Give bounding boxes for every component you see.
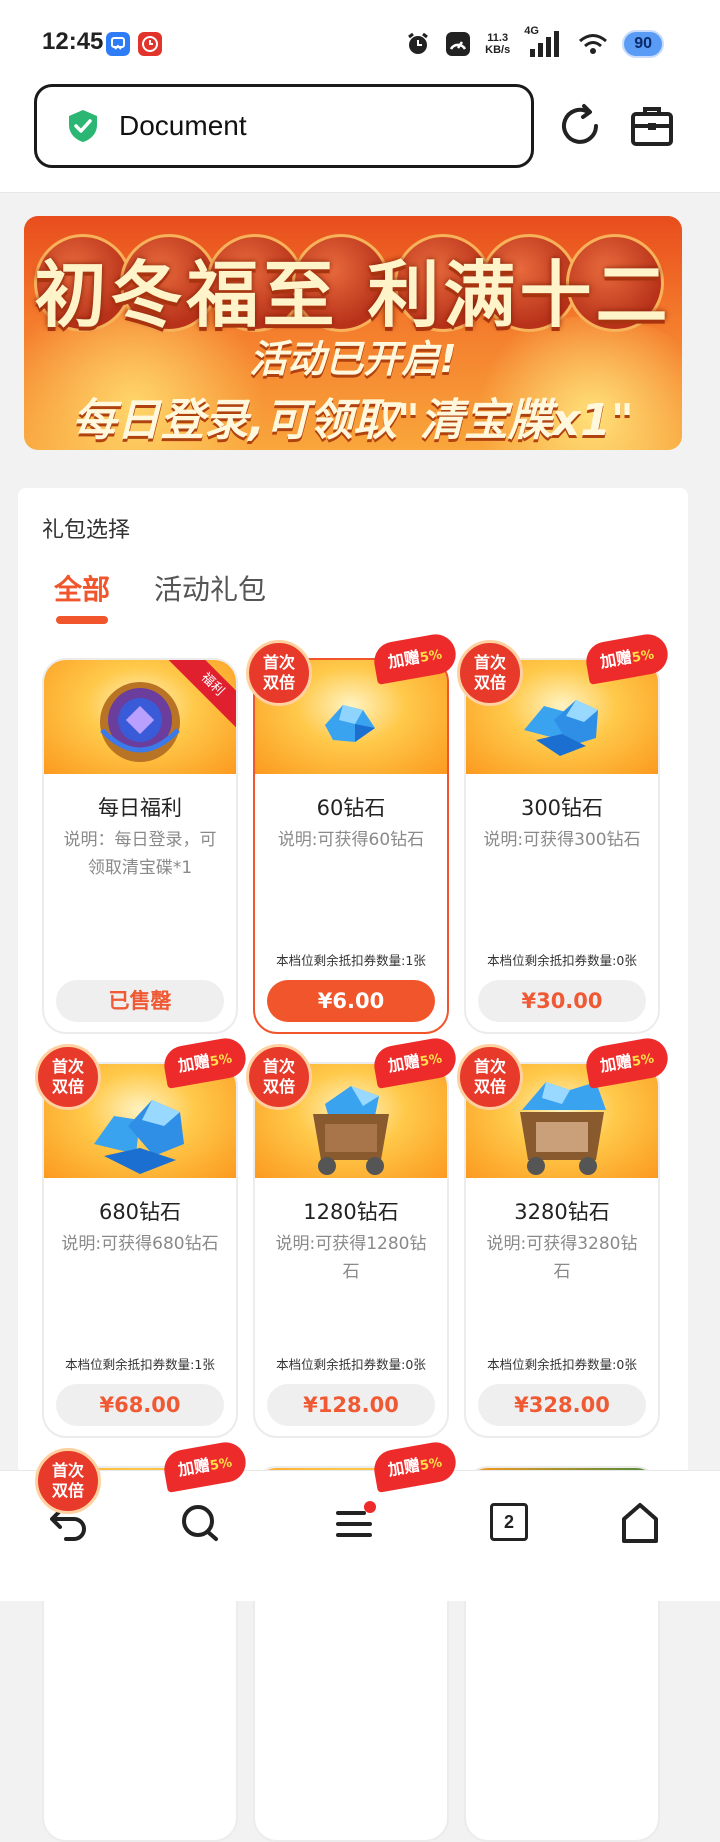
cellular-signal-icon: 4G	[524, 25, 564, 59]
card-name: 60钻石	[316, 796, 386, 820]
price-button[interactable]: ¥6.00	[267, 980, 435, 1022]
banner-title: 初冬福至 利满十二	[34, 253, 672, 337]
tab-all[interactable]: 全部	[54, 568, 110, 624]
coupon-count: 本档位剩余抵扣券数量:0张	[276, 1357, 426, 1372]
price-button[interactable]: ¥30.00	[478, 980, 646, 1022]
first-double-badge: 首次 双倍	[457, 640, 523, 706]
status-bar: 12:45 11.3 KB/s 4G 90	[0, 0, 720, 80]
shield-check-icon	[69, 110, 97, 142]
url-field[interactable]: Document	[34, 84, 534, 168]
gift-card-1280-diamonds[interactable]: 1280钻石 说明:可获得1280钻石 本档位剩余抵扣券数量:0张 ¥128.0…	[253, 1062, 449, 1438]
card-desc: 说明:可获得1280钻石	[275, 1234, 427, 1282]
sold-out-button[interactable]: 已售罄	[56, 980, 224, 1022]
banner-line-1: 活动已开启!	[249, 337, 457, 381]
panel-title: 礼包选择	[42, 518, 131, 543]
card-name: 1280钻石	[303, 1200, 399, 1224]
briefcase-icon[interactable]	[628, 102, 676, 150]
card-hero-image: 福利	[44, 660, 236, 774]
net-speed: 11.3 KB/s	[485, 32, 511, 56]
gift-card-60-diamonds[interactable]: 60钻石 说明:可获得60钻石 本档位剩余抵扣券数量:1张 ¥6.00	[253, 658, 449, 1034]
reload-icon[interactable]	[556, 102, 604, 150]
gift-card-300-diamonds[interactable]: 300钻石 说明:可获得300钻石 本档位剩余抵扣券数量:0张 ¥30.00	[464, 658, 660, 1034]
speedometer-icon	[446, 32, 471, 56]
gift-tabs: 全部 活动礼包	[54, 568, 266, 624]
alarm-icon	[408, 32, 429, 54]
url-text: Document	[119, 110, 247, 141]
price-button[interactable]: ¥128.00	[267, 1384, 435, 1426]
card-name: 每日福利	[98, 796, 182, 820]
card-desc: 说明:可获得680钻石	[61, 1234, 219, 1254]
first-double-badge: 首次 双倍	[35, 1044, 101, 1110]
notification-app-icon	[106, 32, 130, 56]
gift-panel: 礼包选择 全部 活动礼包 福利 每日福利 说明：每日登录，可领取清宝碟*1 已售…	[18, 488, 688, 1842]
coupon-count: 本档位剩余抵扣券数量:1张	[65, 1357, 215, 1372]
card-desc: 说明:可获得3280钻石	[486, 1234, 638, 1282]
price-button[interactable]: ¥328.00	[478, 1384, 646, 1426]
gift-card-680-diamonds[interactable]: 680钻石 说明:可获得680钻石 本档位剩余抵扣券数量:1张 ¥68.00	[42, 1062, 238, 1438]
promo-banner[interactable]: 初冬福至 利满十二 活动已开启! 每日登录,可领取"清宝牒x1"	[24, 216, 682, 450]
tabs-icon[interactable]: 2	[490, 1503, 528, 1541]
card-desc: 说明：每日登录，可领取清宝碟*1	[63, 830, 217, 878]
card-desc: 说明:可获得60钻石	[277, 830, 425, 850]
price-button[interactable]: ¥68.00	[56, 1384, 224, 1426]
status-time: 12:45	[42, 28, 104, 55]
first-double-badge: 首次 双倍	[35, 1448, 101, 1514]
search-icon[interactable]	[176, 1499, 224, 1547]
coupon-count: 本档位剩余抵扣券数量:0张	[487, 953, 637, 968]
card-name: 3280钻石	[514, 1200, 610, 1224]
gift-card-daily-welfare[interactable]: 福利 每日福利 说明：每日登录，可领取清宝碟*1 已售罄	[42, 658, 238, 1034]
card-name: 680钻石	[98, 1200, 182, 1224]
card-desc: 说明:可获得300钻石	[483, 830, 641, 850]
wifi-icon	[579, 34, 608, 54]
notification-app-icon	[138, 32, 162, 56]
coupon-count: 本档位剩余抵扣券数量:1张	[276, 953, 426, 968]
battery-indicator: 90	[622, 30, 664, 58]
first-double-badge: 首次 双倍	[457, 1044, 523, 1110]
browser-address-bar: Document	[0, 80, 720, 193]
home-icon[interactable]	[616, 1499, 664, 1547]
tab-event-packs[interactable]: 活动礼包	[154, 568, 266, 624]
card-name: 300钻石	[520, 796, 604, 820]
first-double-badge: 首次 双倍	[246, 1044, 312, 1110]
first-double-badge: 首次 双倍	[246, 640, 312, 706]
browser-bottom-nav: 2	[0, 1470, 720, 1601]
menu-icon[interactable]	[330, 1499, 378, 1547]
coupon-count: 本档位剩余抵扣券数量:0张	[487, 1357, 637, 1372]
gift-card-3280-diamonds[interactable]: 3280钻石 说明:可获得3280钻石 本档位剩余抵扣券数量:0张 ¥328.0…	[464, 1062, 660, 1438]
banner-line-2: 每日登录,可领取"清宝牒x1"	[72, 395, 634, 446]
